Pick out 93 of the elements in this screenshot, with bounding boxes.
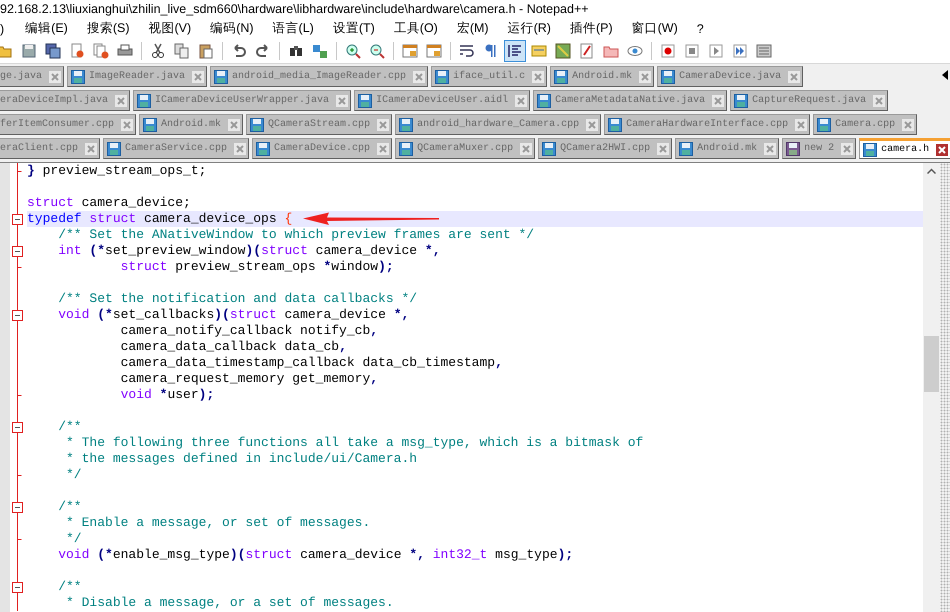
fast-forward-icon	[732, 43, 748, 59]
file-tab[interactable]: eraDeviceImpl.java	[0, 90, 130, 111]
code-line: */	[65, 531, 83, 547]
menu-item[interactable]: 编辑(E)	[25, 18, 75, 39]
menu-item[interactable]: 宏(M)	[456, 18, 496, 39]
zoom-out-icon	[369, 43, 385, 59]
menu-item[interactable]: 插件(P)	[570, 18, 620, 39]
zoom-in-icon	[345, 43, 361, 59]
code-line: } preview_stream_ops_t;	[27, 163, 208, 179]
code-line: void *user);	[120, 387, 216, 403]
code-line: /** Set the ANativeWindow to which preview frames are sent */	[57, 227, 536, 243]
file-tab[interactable]: CameraHardwareInterface.cpp	[604, 114, 810, 135]
code-line: void (*enable_msg_type)(struct camera_device *, int32_t msg_type);	[57, 547, 574, 563]
fold-minus-icon[interactable]	[12, 582, 23, 593]
toolbar-button[interactable]	[504, 40, 526, 62]
copy-icon	[174, 43, 190, 59]
file-tab[interactable]: iface_util.c	[431, 66, 548, 87]
replace-icon	[312, 43, 328, 59]
menu-item[interactable]: 窗口(W)	[632, 18, 685, 39]
documents-close-icon	[93, 43, 109, 59]
code-line: * Enable a message, or set of messages.	[65, 515, 372, 531]
file-tab[interactable]: Android.mk	[675, 138, 780, 159]
file-tab[interactable]: CaptureRequest.java	[730, 90, 888, 111]
file-tab[interactable]: ferItemConsumer.cpp	[0, 114, 136, 135]
code-line: camera_data_timestamp_callback data_cb_timestamp,	[120, 355, 504, 371]
close-icon[interactable]	[936, 144, 948, 156]
menu-item[interactable]: 视图(V)	[148, 18, 198, 39]
file-tab[interactable]: ImageReader.java	[67, 66, 208, 87]
code-line: int (*set_preview_window)(struct camera_device *,	[57, 243, 442, 259]
menu-item[interactable]: )	[0, 20, 12, 38]
vertical-scrollbar[interactable]	[923, 163, 940, 612]
fold-minus-icon[interactable]	[12, 502, 23, 513]
scroll-left-icon[interactable]	[942, 70, 948, 80]
code-line: * The following three functions all take a msg_type, which is a bitmask of	[65, 435, 644, 451]
file-tab[interactable]: QCameraStream.cpp	[246, 114, 392, 135]
menu-item[interactable]: 设置(T)	[332, 18, 382, 39]
document-close-icon	[69, 43, 85, 59]
fold-minus-icon[interactable]	[12, 310, 23, 321]
code-line: /**	[57, 579, 83, 595]
code-line: void (*set_callbacks)(struct camera_device *,	[57, 307, 410, 323]
menu-item[interactable]: 编码(N)	[210, 18, 261, 39]
clipboard-icon	[198, 43, 214, 59]
menu-item[interactable]: 搜索(S)	[86, 18, 137, 39]
code-line: camera_notify_callback notify_cb,	[120, 323, 380, 339]
menu-item[interactable]: 运行(R)	[508, 18, 558, 39]
file-tab[interactable]: CameraService.cpp	[103, 138, 250, 159]
fold-minus-icon[interactable]	[12, 246, 23, 257]
code-line: /**	[57, 499, 83, 515]
file-tab[interactable]: Android.mk	[139, 114, 244, 135]
code-line: struct camera_device;	[27, 195, 192, 211]
file-tab[interactable]: CameraDevice.cpp	[252, 138, 392, 159]
file-tab[interactable]: CameraMetadataNative.java	[533, 90, 728, 111]
file-tab[interactable]: Android.mk	[550, 66, 654, 87]
code-line: * the messages defined in include/ui/Camera.h	[65, 451, 418, 467]
wrap-lines-icon	[459, 43, 475, 59]
code-line: struct preview_stream_ops *window);	[120, 259, 395, 275]
file-tab[interactable]: ICameraDeviceUserWrapper.java	[133, 90, 352, 111]
file-tab[interactable]: CameraDevice.java	[657, 66, 804, 87]
code-line: camera_request_memory get_memory,	[120, 371, 380, 387]
code-line: */	[65, 467, 83, 483]
file-tab[interactable]: QCameraMuxer.cpp	[395, 138, 536, 159]
binoculars-icon	[288, 43, 304, 59]
menu-item[interactable]: 语言(L)	[272, 18, 321, 39]
fold-minus-icon[interactable]	[12, 422, 23, 433]
resize-grip[interactable]	[940, 163, 950, 612]
menu-item[interactable]: ?	[696, 20, 711, 38]
scrollbar-thumb[interactable]	[924, 336, 939, 392]
scroll-up-icon[interactable]	[927, 168, 936, 174]
record-icon	[660, 43, 676, 59]
file-tab[interactable]: camera.h	[859, 138, 950, 159]
file-tab[interactable]: QCamera2HWI.cpp	[538, 138, 672, 159]
macro-save-icon	[756, 43, 772, 59]
stop-icon	[684, 43, 700, 59]
eye-icon	[627, 43, 643, 59]
code-line: /**	[57, 419, 83, 435]
menu-item[interactable]: 工具(O)	[394, 18, 445, 39]
fold-minus-icon[interactable]	[12, 214, 23, 225]
indent-guide-icon	[507, 43, 523, 59]
window-title: 92.168.2.13\liuxianghui\zhilin_live_sdm660\hardware\libhardware\include\hardware\camera.h - Notepad++	[0, 1, 590, 18]
play-icon	[708, 43, 724, 59]
map-icon	[555, 43, 571, 59]
file-tab[interactable]: android_media_ImageReader.cpp	[210, 66, 428, 87]
file-tab[interactable]: ICameraDeviceUser.aidl	[354, 90, 530, 111]
file-tab[interactable]: new 2	[782, 138, 856, 159]
file-tab[interactable]: eraClient.cpp	[0, 138, 100, 159]
code-line: camera_data_callback data_cb,	[120, 339, 348, 355]
file-tab[interactable]: android_hardware_Camera.cpp	[395, 114, 602, 135]
stacked-floppies-icon	[45, 43, 61, 59]
scissors-icon	[150, 43, 166, 59]
file-tab[interactable]: ge.java	[0, 66, 64, 87]
code-line: /** Set the notification and data callbacks */	[57, 291, 418, 307]
code-line: * Disable a message, or a set of messages.	[65, 595, 395, 611]
file-tab[interactable]: Camera.cpp	[813, 114, 918, 135]
